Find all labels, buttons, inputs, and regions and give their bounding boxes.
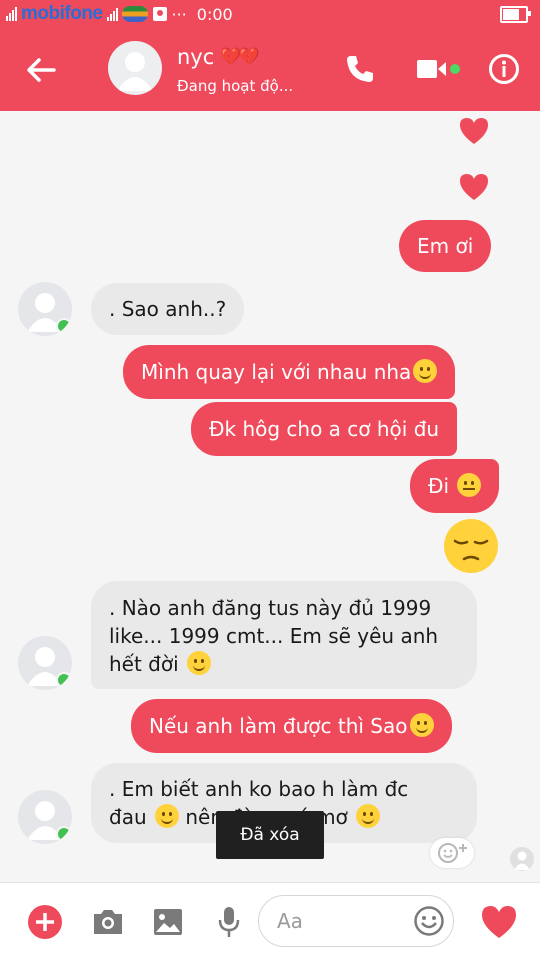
heart-like-icon[interactable] — [479, 903, 519, 941]
emoji-icon[interactable] — [413, 905, 445, 937]
contact-avatar[interactable] — [108, 41, 162, 95]
pensive-emoji-icon[interactable] — [442, 517, 500, 575]
composer-bar: Aa — [0, 882, 540, 961]
broken-heart-icon: 💔💔 — [220, 47, 259, 67]
video-call-icon[interactable] — [416, 57, 448, 81]
default-avatar-icon — [117, 52, 153, 91]
back-arrow-icon[interactable] — [24, 53, 58, 87]
message-list[interactable]: Em ơi . Sao anh..? Mình quay lại với nha… — [0, 111, 540, 882]
smile-emoji-icon — [187, 651, 212, 675]
smile-emoji-icon — [413, 359, 438, 383]
outgoing-message[interactable]: Nếu anh làm được thì Sao — [131, 699, 452, 753]
status-left: mobifone ··· 0:00 — [6, 3, 233, 25]
sender-avatar[interactable] — [18, 636, 72, 690]
network-logo-icon — [121, 6, 148, 22]
blush-emoji-icon — [356, 804, 381, 828]
contact-name: nyc — [177, 45, 215, 69]
heart-sticker-icon[interactable] — [457, 115, 491, 147]
message-input-placeholder: Aa — [277, 909, 303, 933]
incoming-message[interactable]: . Sao anh..? — [91, 283, 245, 335]
add-reaction-button[interactable] — [430, 838, 474, 868]
plus-icon[interactable] — [27, 904, 63, 940]
online-indicator — [450, 64, 460, 74]
outgoing-message[interactable]: Mình quay lại với nhau nha — [123, 345, 456, 399]
photo-icon[interactable] — [152, 907, 184, 937]
sender-avatar[interactable] — [18, 790, 72, 844]
phone-icon[interactable] — [344, 53, 376, 85]
microphone-icon[interactable] — [217, 905, 241, 939]
add-reaction-icon — [438, 843, 467, 863]
smile-emoji-icon — [409, 713, 434, 737]
smile-emoji-icon — [155, 804, 179, 828]
online-indicator — [56, 826, 72, 842]
carrier-name: mobifone — [21, 3, 103, 24]
signal-icon-2 — [106, 7, 118, 21]
online-indicator — [56, 318, 72, 334]
neutral-emoji-icon — [457, 473, 482, 497]
outgoing-message[interactable]: Em ơi — [399, 220, 492, 272]
default-avatar-icon — [514, 851, 530, 870]
heart-sticker-icon[interactable] — [457, 171, 491, 203]
incoming-message[interactable]: . Nào anh đăng tus này đủ 1999 like... 1… — [91, 581, 477, 689]
camera-icon[interactable] — [91, 907, 125, 937]
info-icon[interactable] — [488, 53, 520, 85]
clock: 0:00 — [196, 4, 233, 24]
contact-status: Đang hoạt độ... — [177, 77, 294, 95]
battery-icon — [500, 6, 531, 23]
chat-header: nyc 💔💔 Đang hoạt độ... — [0, 27, 540, 111]
more-notifications-icon: ··· — [171, 4, 187, 24]
message-input[interactable]: Aa — [258, 895, 454, 947]
status-bar: mobifone ··· 0:00 — [0, 0, 540, 27]
outgoing-message[interactable]: Đk hôg cho a cơ hội đu — [191, 402, 458, 456]
location-icon — [152, 7, 167, 21]
signal-icon — [6, 7, 17, 21]
deleted-toast: Đã xóa — [216, 811, 324, 859]
outgoing-message[interactable]: Đi — [410, 459, 500, 513]
seen-avatar — [510, 847, 534, 871]
sender-avatar[interactable] — [18, 282, 72, 336]
online-indicator — [56, 672, 72, 688]
contact-name-row[interactable]: nyc 💔💔 — [177, 45, 260, 69]
